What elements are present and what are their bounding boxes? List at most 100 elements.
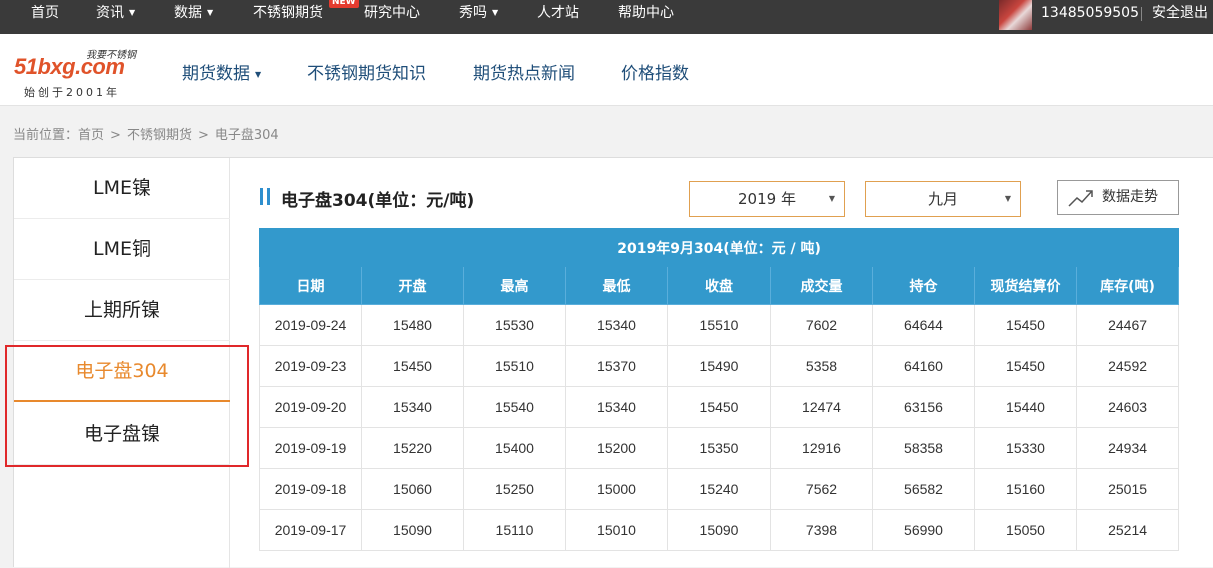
mainnav-futures-data[interactable]: 期货数据 ▼ — [182, 59, 261, 84]
table-cell: 64644 — [872, 304, 975, 346]
table-cell: 15240 — [667, 468, 771, 510]
table-row: 2019-09-19 15220 15400 15200 15350 12916 58358… — [259, 427, 1180, 469]
mainnav-price-index[interactable]: 价格指数 — [621, 59, 689, 84]
chevron-down-icon: ▼ — [207, 8, 214, 17]
table-cell: 2019-09-18 — [259, 468, 362, 510]
table-cell: 15060 — [361, 468, 464, 510]
breadcrumb-home[interactable]: 首页 — [78, 128, 104, 143]
table-cell: 15480 — [361, 304, 464, 346]
table-cell: 24934 — [1075, 427, 1180, 469]
table-cell: 12474 — [770, 386, 873, 428]
breadcrumb-separator: > — [110, 128, 121, 143]
table-cell: 12916 — [770, 427, 873, 469]
title-accent-bar — [260, 188, 263, 205]
table-cell: 15340 — [565, 386, 668, 428]
table-cell: 15160 — [974, 468, 1077, 510]
table-cell: 15090 — [361, 509, 464, 551]
table-cell: 15220 — [361, 427, 464, 469]
column-header: 开盘 — [361, 266, 464, 305]
table-cell: 25015 — [1075, 468, 1180, 510]
panel-title: 电子盘304(单位：元/吨) — [281, 191, 475, 211]
table-cell: 7398 — [770, 509, 873, 551]
table-row: 2019-09-24 15480 15530 15340 15510 7602 64644 1… — [259, 304, 1180, 346]
topnav-news[interactable]: 资讯 ▼ — [96, 0, 135, 34]
year-select-value: 2019 年 — [738, 190, 796, 208]
user-phone[interactable]: 13485059505 — [1041, 0, 1139, 26]
breadcrumb: 当前位置：首页 > 不锈钢期货 > 电子盘304 — [13, 124, 279, 143]
chevron-down-icon: ▼ — [1004, 194, 1011, 203]
breadcrumb-current: 电子盘304 — [214, 128, 279, 143]
topnav-data[interactable]: 数据 ▼ — [174, 0, 213, 34]
table-cell: 15450 — [667, 386, 771, 428]
column-header: 持仓 — [872, 266, 975, 305]
table-cell: 24467 — [1075, 304, 1180, 346]
table-cell: 2019-09-20 — [259, 386, 362, 428]
topnav-news-label: 资讯 — [96, 5, 124, 21]
table-cell: 2019-09-17 — [259, 509, 362, 551]
table-cell: 58358 — [872, 427, 975, 469]
table-cell: 15340 — [565, 304, 668, 346]
table-cell: 7602 — [770, 304, 873, 346]
breadcrumb-label: 当前位置： — [13, 128, 79, 143]
topnav-data-label: 数据 — [174, 5, 202, 21]
chevron-down-icon: ▼ — [255, 69, 262, 79]
column-header: 最高 — [463, 266, 566, 305]
table-cell: 15110 — [463, 509, 566, 551]
sidebar-item-lme-copper[interactable]: LME铜 — [14, 219, 230, 280]
table-cell: 15200 — [565, 427, 668, 469]
table-cell: 7562 — [770, 468, 873, 510]
table-cell: 25214 — [1075, 509, 1180, 551]
table-cell: 15400 — [463, 427, 566, 469]
table-cell: 15450 — [361, 345, 464, 387]
month-select[interactable]: 九月 ▼ — [865, 181, 1021, 217]
divider — [1141, 7, 1142, 21]
table-cell: 15330 — [974, 427, 1077, 469]
sidebar-item-lme-nickel[interactable]: LME镍 — [14, 158, 230, 219]
logo-since: 始创于2001年 — [24, 86, 120, 99]
mainnav-hot-news[interactable]: 期货热点新闻 — [473, 59, 575, 84]
table-cell: 15450 — [974, 345, 1077, 387]
trend-chart-icon — [1068, 190, 1093, 207]
sidebar-item-shfe-nickel[interactable]: 上期所镍 — [14, 280, 230, 341]
topnav-home[interactable]: 首页 — [31, 0, 59, 34]
table-caption: 2019年9月304(单位：元 / 吨) — [258, 228, 1180, 267]
mainnav-futures-data-label: 期货数据 — [182, 64, 250, 84]
topnav-help[interactable]: 帮助中心 — [618, 0, 674, 34]
table-cell: 15490 — [667, 345, 771, 387]
breadcrumb-futures[interactable]: 不锈钢期货 — [127, 128, 192, 143]
topnav-show[interactable]: 秀吗 ▼ — [459, 0, 498, 34]
site-logo[interactable]: 我要不锈钢 51bxg.com 始创于2001年 — [14, 42, 144, 100]
year-select[interactable]: 2019 年 ▼ — [689, 181, 845, 217]
table-body: 2019-09-24 15480 15530 15340 15510 7602 64644 1… — [259, 304, 1180, 551]
data-trend-button[interactable]: 数据走势 — [1057, 180, 1179, 215]
column-header: 库存(吨) — [1075, 266, 1180, 305]
avatar[interactable] — [999, 0, 1032, 30]
table-cell: 15050 — [974, 509, 1077, 551]
table-cell: 24603 — [1075, 386, 1180, 428]
table-cell: 15530 — [463, 304, 566, 346]
table-row: 2019-09-23 15450 15510 15370 15490 5358 64160 1… — [259, 345, 1180, 387]
logout-link[interactable]: 安全退出 — [1152, 0, 1208, 26]
table-cell: 24592 — [1075, 345, 1180, 387]
column-header: 成交量 — [770, 266, 873, 305]
topnav-research[interactable]: 研究中心 — [364, 0, 420, 34]
price-table: 2019年9月304(单位：元 / 吨) 日期 开盘 最高 最低 收盘 成交量 持仓 现货结算… — [258, 228, 1180, 551]
table-cell: 15510 — [667, 304, 771, 346]
table-cell: 15090 — [667, 509, 771, 551]
logo-wordmark: 51bxg.com — [14, 54, 125, 79]
topnav-talent[interactable]: 人才站 — [537, 0, 579, 34]
table-cell: 15250 — [463, 468, 566, 510]
topnav-futures[interactable]: 不锈钢期货 — [253, 0, 323, 34]
chevron-down-icon: ▼ — [828, 194, 835, 203]
table-cell: 63156 — [872, 386, 975, 428]
topnav-show-label: 秀吗 — [459, 5, 487, 21]
month-select-value: 九月 — [927, 190, 958, 208]
table-cell: 15510 — [463, 345, 566, 387]
table-cell: 15450 — [974, 304, 1077, 346]
new-badge: NEW — [329, 0, 359, 8]
mainnav-futures-knowledge[interactable]: 不锈钢期货知识 — [307, 59, 426, 84]
column-header: 日期 — [259, 266, 362, 305]
top-bar: 首页 资讯 ▼ 数据 ▼ 不锈钢期货 NEW 研究中心 秀吗 ▼ 人才站 帮助中心 1… — [0, 0, 1213, 34]
column-header: 收盘 — [667, 266, 771, 305]
table-cell: 64160 — [872, 345, 975, 387]
